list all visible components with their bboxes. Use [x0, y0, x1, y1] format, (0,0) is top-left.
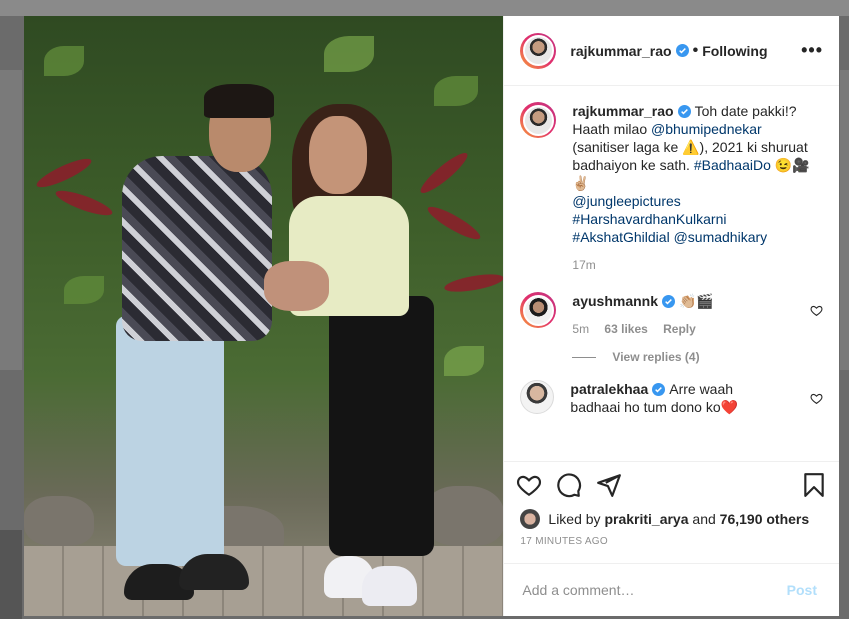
separator-dot: •	[692, 41, 699, 59]
caption-emoji: 😉🎥	[770, 157, 810, 173]
verified-icon	[652, 383, 666, 396]
woman-face	[309, 116, 367, 194]
avatar-image	[522, 294, 554, 326]
comment-avatar[interactable]	[520, 292, 557, 328]
reply-button[interactable]: Reply	[663, 322, 696, 336]
comment-avatar[interactable]	[520, 380, 555, 414]
mention-link[interactable]: @jungleepictures	[572, 193, 680, 209]
more-icon[interactable]: •••	[801, 40, 823, 61]
comment: ayushmannk 👏🏼🎬 5m 63 likes Reply	[520, 292, 823, 338]
woman-pants	[329, 296, 434, 556]
caption-meta: 17m	[572, 256, 810, 274]
verified-icon	[675, 44, 689, 57]
backdrop-tile	[0, 70, 22, 370]
caption-line: badhaiyon ke sath.	[572, 157, 694, 173]
caption-text: rajkummar_rao Toh date pakki!? Haath mila…	[572, 102, 810, 274]
caption-emoji: ✌🏼	[572, 175, 590, 191]
comment-icon[interactable]	[556, 472, 582, 498]
red-leaf	[53, 186, 115, 220]
comment-meta: 5m 63 likes Reply	[572, 320, 810, 338]
liker-username[interactable]: prakriti_arya	[604, 511, 688, 527]
verified-icon	[677, 105, 691, 118]
rock	[24, 496, 94, 546]
backdrop-tile	[0, 530, 22, 619]
comment-like-icon[interactable]	[810, 392, 823, 405]
man-jeans	[116, 316, 224, 566]
backdrop-top-strip	[0, 0, 849, 16]
foliage	[444, 346, 484, 376]
caption-age[interactable]: 17m	[572, 258, 595, 272]
replies-line	[572, 356, 597, 358]
view-replies-label: View replies (4)	[612, 350, 700, 364]
action-bar	[504, 461, 839, 508]
foliage	[324, 36, 374, 72]
red-leaf	[443, 270, 504, 296]
joined-hands	[264, 261, 329, 311]
following-button[interactable]: Following	[702, 43, 767, 59]
comment-text: ayushmannk 👏🏼🎬 5m 63 likes Reply	[572, 292, 810, 338]
post-sidebar: rajkummar_rao • Following ••• rajkummar_…	[503, 16, 839, 616]
avatar-image	[522, 35, 554, 66]
post-photo[interactable]	[24, 16, 504, 616]
avatar-image	[522, 104, 554, 136]
view-replies[interactable]: View replies (4)	[572, 350, 823, 364]
mention-link[interactable]: @sumadhikary	[674, 229, 768, 245]
post-modal: rajkummar_rao • Following ••• rajkummar_…	[24, 16, 839, 616]
comment-age[interactable]: 5m	[572, 322, 589, 336]
liker-avatar[interactable]	[520, 509, 541, 529]
add-comment-bar: Post	[504, 564, 839, 616]
foliage	[44, 46, 84, 76]
comment-username[interactable]: patralekhaa	[570, 381, 648, 397]
foliage	[64, 276, 104, 304]
share-icon[interactable]	[596, 472, 622, 498]
comment-input[interactable]	[520, 581, 781, 599]
author-avatar[interactable]	[520, 32, 557, 69]
caption-line: Haath milao	[572, 121, 651, 137]
comment-body: 👏🏼🎬	[679, 293, 714, 309]
post-button[interactable]: Post	[781, 581, 823, 599]
verified-icon	[662, 295, 675, 308]
post-header: rajkummar_rao • Following •••	[504, 16, 839, 86]
paved-ground	[24, 546, 504, 616]
comment-like-icon[interactable]	[810, 304, 823, 317]
mention-link[interactable]: @bhumipednekar	[651, 121, 762, 137]
man-shoe	[179, 554, 249, 590]
likes-prefix: Liked by	[548, 511, 601, 527]
red-leaf	[416, 148, 472, 198]
heart-icon[interactable]	[516, 472, 542, 498]
hashtag-link[interactable]: #BadhaaiDo	[694, 157, 771, 173]
red-leaf	[33, 153, 95, 193]
foliage	[434, 76, 478, 106]
caption-line: (sanitiser laga ke ⚠️), 2021 ki shuruat	[572, 139, 808, 155]
man-hair	[204, 84, 274, 118]
man-sweatshirt	[122, 156, 272, 341]
caption-avatar[interactable]	[520, 102, 557, 138]
comment-username[interactable]: ayushmannk	[572, 293, 658, 309]
comments-list: rajkummar_rao Toh date pakki!? Haath mila…	[504, 86, 839, 461]
comment-likes[interactable]: 63 likes	[604, 322, 647, 336]
comment: patralekhaa Arre waah badhaai ho tum dono…	[520, 380, 823, 416]
caption-line: Toh date pakki!?	[694, 103, 797, 119]
caption-username[interactable]: rajkummar_rao	[572, 103, 673, 119]
red-leaf	[424, 201, 484, 245]
post-timestamp[interactable]: 17 MINUTES AGO	[504, 530, 839, 564]
backdrop-tile	[840, 70, 849, 370]
comment-text: patralekhaa Arre waah badhaai ho tum dono…	[570, 380, 808, 416]
author-username[interactable]: rajkummar_rao	[570, 43, 671, 59]
hashtag-link[interactable]: #HarshavardhanKulkarni	[572, 211, 726, 227]
likes-row: Liked by prakriti_arya and 76,190 others	[504, 508, 839, 530]
woman-shoe	[362, 566, 417, 606]
hashtag-link[interactable]: #AkshatGhildial	[572, 229, 669, 245]
comment-body: Arre waah	[669, 381, 734, 397]
bookmark-icon[interactable]	[801, 472, 827, 498]
rock	[424, 486, 504, 546]
likes-count[interactable]: 76,190 others	[720, 511, 810, 527]
comment-body: badhaai ho tum dono ko❤️	[570, 399, 739, 415]
caption: rajkummar_rao Toh date pakki!? Haath mila…	[520, 102, 823, 274]
likes-middle: and	[692, 511, 716, 527]
